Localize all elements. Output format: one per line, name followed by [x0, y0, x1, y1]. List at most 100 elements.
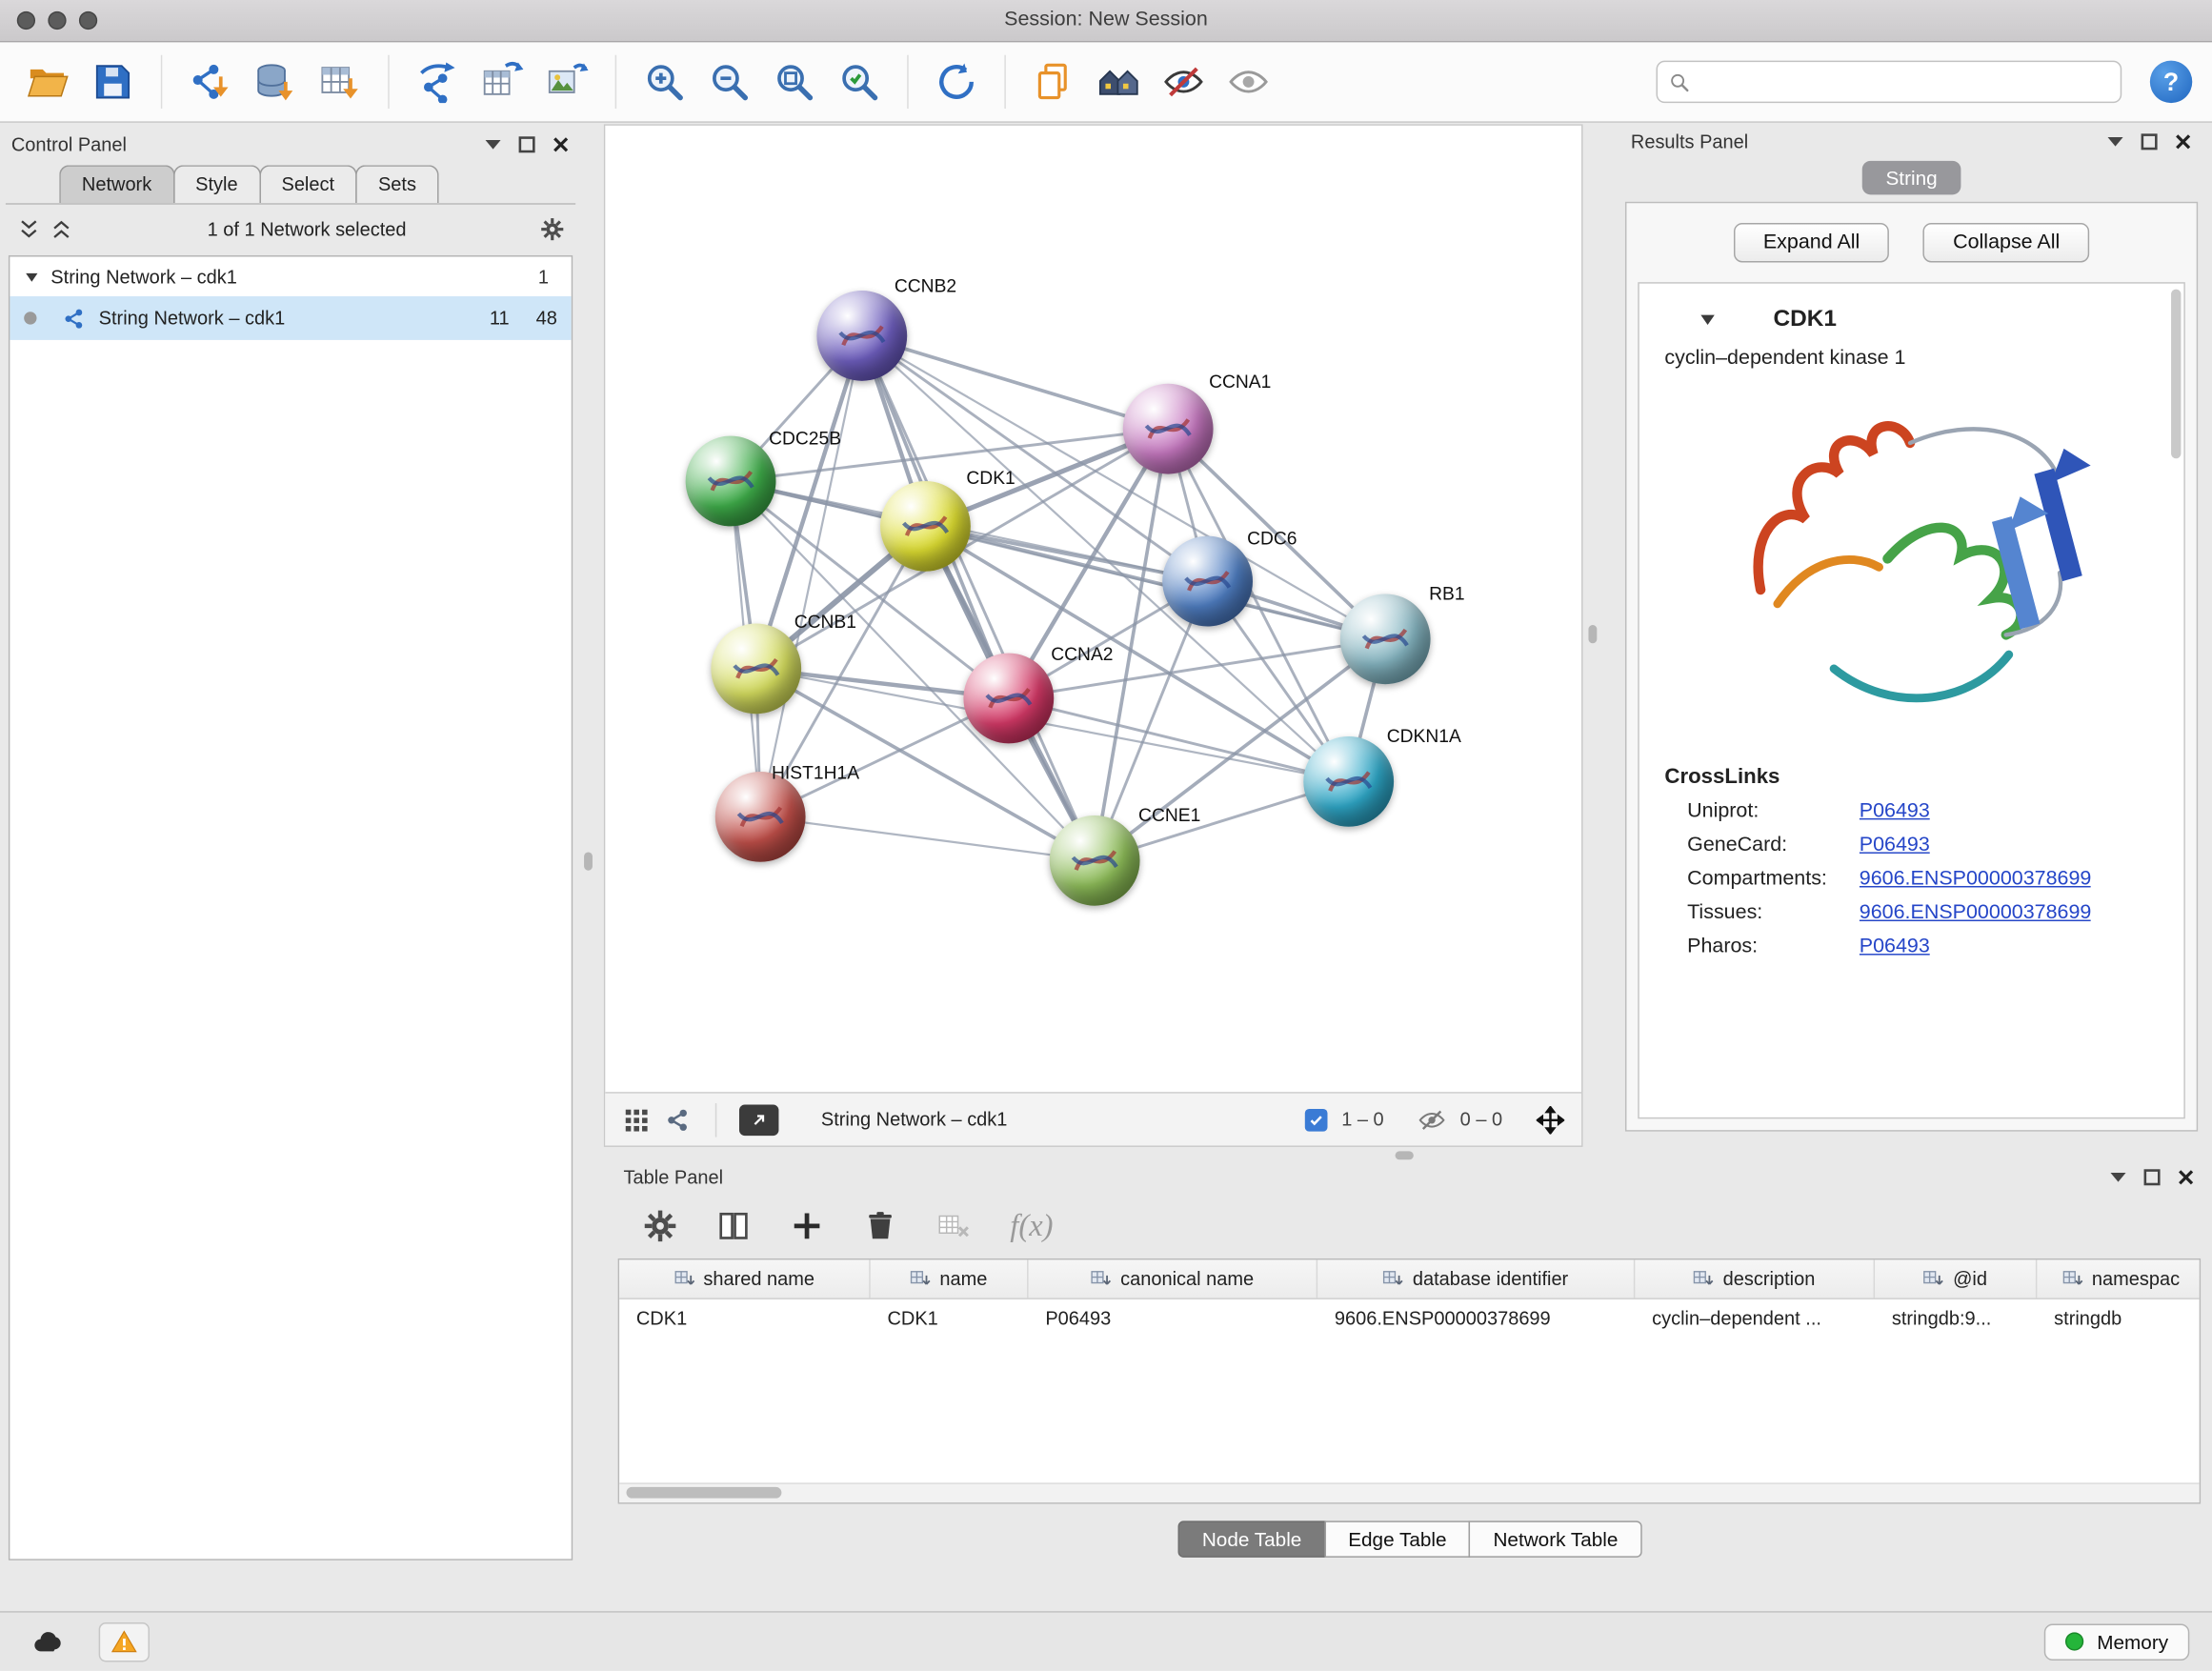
column-header--id[interactable]: @id: [1875, 1259, 2037, 1298]
network-tab-icon[interactable]: [664, 1105, 693, 1134]
zoom-in-button[interactable]: [636, 53, 693, 110]
tab-sets[interactable]: Sets: [355, 165, 438, 203]
results-scrollbar[interactable]: [2171, 290, 2181, 459]
import-network-file-button[interactable]: [182, 53, 238, 110]
copy-style-button[interactable]: [1026, 53, 1082, 110]
search-input[interactable]: [1699, 70, 2109, 95]
export-table-button[interactable]: [474, 53, 531, 110]
gear-icon[interactable]: [540, 216, 564, 240]
network-node-ccna2[interactable]: [963, 654, 1054, 744]
zoom-fit-button[interactable]: [766, 53, 822, 110]
export-image-button[interactable]: [539, 53, 595, 110]
table-horizontal-scrollbar[interactable]: [619, 1482, 2200, 1502]
tab-string[interactable]: String: [1861, 161, 1961, 195]
network-collection-row[interactable]: String Network – cdk1 1: [10, 257, 571, 296]
memory-button[interactable]: Memory: [2044, 1623, 2189, 1661]
show-hidden-button[interactable]: [1220, 53, 1277, 110]
network-row-selected[interactable]: String Network – cdk1 11 48: [10, 296, 571, 340]
new-network-button[interactable]: [409, 53, 465, 110]
network-node-cdk1[interactable]: [880, 481, 971, 572]
network-view-title: String Network – cdk1: [821, 1109, 1008, 1130]
zoom-out-button[interactable]: [701, 53, 757, 110]
tab-select[interactable]: Select: [259, 165, 357, 203]
panel-float-icon[interactable]: [517, 134, 535, 152]
network-node-hist1h1a[interactable]: [715, 772, 806, 862]
import-network-database-button[interactable]: [247, 53, 303, 110]
column-header-shared-name[interactable]: shared name: [619, 1259, 871, 1298]
open-session-button[interactable]: [20, 53, 76, 110]
crosslinks-list: Uniprot:P06493GeneCard:P06493Compartment…: [1659, 800, 2163, 958]
tab-network-table[interactable]: Network Table: [1469, 1520, 1641, 1558]
warning-triangle-icon: [111, 1627, 139, 1656]
panel-menu-icon[interactable]: [484, 134, 502, 152]
panel-menu-icon[interactable]: [2106, 131, 2124, 150]
select-columns-icon[interactable]: [716, 1209, 751, 1243]
horizontal-splitter-handle[interactable]: [1396, 1151, 1414, 1159]
network-edge[interactable]: [862, 335, 1168, 429]
zoom-selected-button[interactable]: [831, 53, 887, 110]
expand-all-button[interactable]: Expand All: [1734, 223, 1890, 262]
toolbar-separator: [907, 55, 908, 109]
expand-all-icon[interactable]: [50, 216, 73, 240]
network-edge[interactable]: [862, 335, 1095, 860]
import-table-button[interactable]: [312, 53, 368, 110]
crosslink-link[interactable]: P06493: [1860, 834, 1930, 856]
current-network-dot-icon: [24, 312, 36, 324]
help-button[interactable]: ?: [2150, 61, 2192, 103]
collapse-all-icon[interactable]: [17, 216, 41, 240]
selected-checkbox-icon[interactable]: [1305, 1108, 1328, 1131]
disclosure-triangle-icon[interactable]: [24, 269, 39, 284]
add-column-icon[interactable]: [790, 1209, 824, 1243]
panel-close-icon[interactable]: [2177, 1167, 2195, 1185]
crosslink-link[interactable]: P06493: [1860, 800, 1930, 823]
crosslink-link[interactable]: P06493: [1860, 936, 1930, 958]
tab-node-table[interactable]: Node Table: [1178, 1520, 1326, 1558]
birds-eye-view-button[interactable]: [739, 1104, 778, 1136]
panel-float-icon[interactable]: [2142, 1167, 2161, 1185]
hide-selected-button[interactable]: [1156, 53, 1212, 110]
scrollbar-thumb[interactable]: [627, 1487, 782, 1499]
panel-close-icon[interactable]: [552, 134, 570, 152]
cloud-status-button[interactable]: [23, 1621, 73, 1661]
network-node-ccne1[interactable]: [1050, 815, 1140, 906]
network-node-ccnb2[interactable]: [816, 291, 907, 381]
apply-layout-button[interactable]: [928, 53, 984, 110]
crosslink-row: Tissues:9606.ENSP00000378699: [1687, 901, 2164, 924]
delete-column-icon[interactable]: [863, 1209, 897, 1243]
left-splitter-handle[interactable]: [584, 852, 593, 870]
network-canvas[interactable]: CCNB2CCNA1CDC25BCDK1CDC6RB1CCNB1CCNA2CDK…: [605, 126, 1581, 1092]
disclosure-triangle-icon[interactable]: [1699, 311, 1717, 329]
panel-menu-icon[interactable]: [2109, 1167, 2127, 1185]
network-edge[interactable]: [760, 816, 1095, 860]
column-header-namespac[interactable]: namespac: [2037, 1259, 2201, 1298]
tab-style[interactable]: Style: [172, 165, 260, 203]
network-node-ccna1[interactable]: [1123, 384, 1214, 474]
panel-close-icon[interactable]: [2174, 131, 2192, 150]
pan-crosshair-icon[interactable]: [1537, 1105, 1565, 1134]
crosslink-link[interactable]: 9606.ENSP00000378699: [1860, 901, 2092, 924]
gear-icon[interactable]: [643, 1209, 677, 1243]
panel-float-icon[interactable]: [2140, 131, 2158, 150]
column-header-name[interactable]: name: [871, 1259, 1029, 1298]
save-session-button[interactable]: [85, 53, 141, 110]
network-node-ccnb1[interactable]: [711, 624, 801, 715]
warnings-button[interactable]: [99, 1621, 150, 1661]
network-edge[interactable]: [760, 335, 862, 816]
show-all-networks-button[interactable]: [1091, 53, 1147, 110]
right-splitter-handle[interactable]: [1588, 625, 1597, 643]
table-row[interactable]: CDK1CDK1P064939606.ENSP00000378699cyclin…: [619, 1299, 2200, 1338]
tab-network[interactable]: Network: [59, 165, 174, 203]
column-header-canonical-name[interactable]: canonical name: [1029, 1259, 1318, 1298]
crosslink-link[interactable]: 9606.ENSP00000378699: [1860, 868, 2092, 891]
network-node-cdc25b[interactable]: [686, 436, 776, 527]
network-node-cdkn1a[interactable]: [1303, 736, 1394, 827]
network-node-rb1[interactable]: [1340, 594, 1431, 684]
tab-edge-table[interactable]: Edge Table: [1324, 1520, 1471, 1558]
column-header-database-identifier[interactable]: database identifier: [1317, 1259, 1635, 1298]
network-arrow-icon: [416, 61, 458, 103]
collapse-all-button[interactable]: Collapse All: [1923, 223, 2089, 262]
grid-view-icon[interactable]: [622, 1105, 651, 1134]
column-header-description[interactable]: description: [1635, 1259, 1875, 1298]
network-node-cdc6[interactable]: [1162, 536, 1253, 627]
search-field[interactable]: [1657, 61, 2122, 103]
